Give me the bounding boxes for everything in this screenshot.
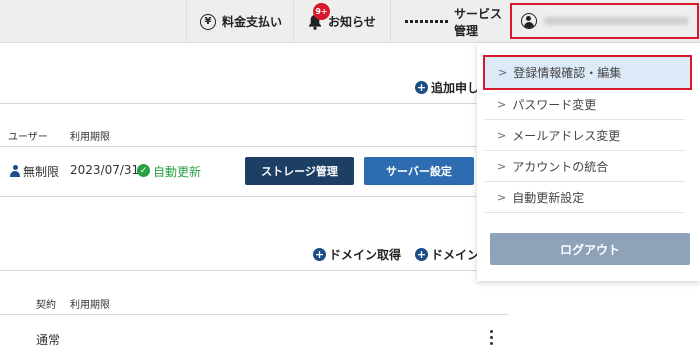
add-request-label: 追加申し: [431, 81, 480, 95]
menu-item-profile-edit[interactable]: > 登録情報確認・編集: [483, 55, 692, 90]
menu-item-label: 自動更新設定: [512, 190, 585, 205]
notifications-label: お知らせ: [328, 15, 376, 29]
column-header-user: ユーザー: [8, 132, 48, 143]
menu-item-account-merge[interactable]: > アカウントの統合: [485, 151, 685, 182]
contract-value: 通常: [36, 333, 61, 347]
divider: [0, 196, 477, 197]
divider: [0, 103, 477, 104]
auto-renew-status: 自動更新: [153, 165, 202, 179]
yen-icon: ¥: [200, 13, 216, 30]
chevron-right-icon: >: [497, 159, 507, 173]
domain-acquire-label: ドメイン取得: [329, 248, 402, 262]
chevron-right-icon: >: [497, 190, 507, 204]
notification-badge: 9+: [313, 3, 330, 20]
column-header-period: 利用期限: [70, 132, 110, 143]
divider: [0, 146, 477, 147]
services-nav-item[interactable]: サービス管理: [390, 0, 505, 43]
column-header-period-2: 利用期限: [70, 300, 110, 311]
kebab-menu-icon[interactable]: [490, 330, 494, 348]
chevron-right-icon: >: [497, 97, 507, 111]
menu-item-label: メールアドレス変更: [512, 128, 621, 143]
menu-item-label: 登録情報確認・編集: [513, 66, 622, 80]
storage-management-button[interactable]: ストレージ管理: [245, 157, 354, 185]
domain-other-link[interactable]: + ドメイン: [415, 246, 479, 263]
user-limit-value: 無制限: [23, 165, 60, 179]
column-header-contract: 契約: [36, 300, 56, 311]
menu-item-auto-renew-settings[interactable]: > 自動更新設定: [485, 182, 685, 213]
domain-acquire-link[interactable]: + ドメイン取得: [313, 246, 401, 263]
divider: [0, 270, 508, 271]
menu-item-password-change[interactable]: > パスワード変更: [485, 89, 685, 120]
menu-item-email-change[interactable]: > メールアドレス変更: [485, 120, 685, 151]
account-name-redacted: [544, 17, 689, 25]
plus-icon: +: [415, 81, 428, 94]
services-label: サービス管理: [454, 6, 503, 38]
notifications-nav-item[interactable]: お知らせ: [293, 0, 390, 43]
grid-icon: [405, 20, 448, 23]
person-icon: [10, 165, 20, 177]
user-account-button[interactable]: [510, 3, 699, 39]
chevron-right-icon: >: [498, 66, 508, 79]
logout-button[interactable]: ログアウト: [490, 233, 690, 265]
menu-item-label: アカウントの統合: [512, 159, 609, 174]
billing-nav-item[interactable]: ¥ 料金支払い: [186, 0, 293, 43]
period-value: 2023/07/31: [70, 163, 140, 177]
chevron-right-icon: >: [497, 128, 507, 142]
plus-icon: +: [313, 248, 326, 261]
top-navigation-bar: ¥ 料金支払い お知らせ サービス管理: [0, 0, 700, 43]
user-icon: [521, 13, 537, 29]
add-request-link[interactable]: + 追加申し: [415, 79, 479, 96]
divider: [0, 314, 508, 315]
plus-icon: +: [415, 248, 428, 261]
menu-item-label: パスワード変更: [512, 97, 597, 112]
check-icon: ✓: [137, 164, 150, 177]
billing-label: 料金支払い: [222, 15, 283, 29]
domain-other-label: ドメイン: [431, 248, 480, 262]
server-settings-button[interactable]: サーバー設定: [364, 157, 474, 185]
account-dropdown-menu: > 登録情報確認・編集 > パスワード変更 > メールアドレス変更 > アカウン…: [477, 43, 700, 281]
